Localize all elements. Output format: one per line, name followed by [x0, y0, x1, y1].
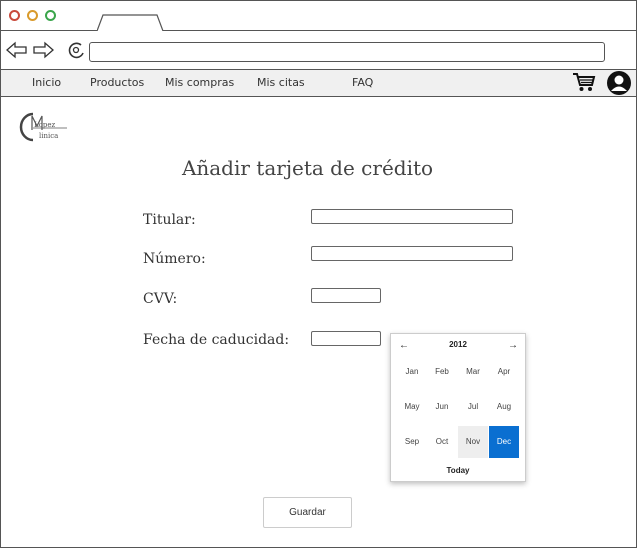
cart-icon[interactable]	[572, 71, 596, 93]
save-button[interactable]: Guardar	[263, 497, 352, 528]
forward-arrow-icon[interactable]	[32, 41, 54, 59]
month-jul[interactable]: Jul	[458, 391, 488, 423]
numero-label: Número:	[143, 251, 206, 267]
title-bar	[1, 1, 636, 31]
numero-input[interactable]	[311, 246, 513, 261]
next-year-arrow-icon[interactable]: →	[508, 340, 518, 351]
month-oct[interactable]: Oct	[427, 426, 457, 458]
maximize-window-icon[interactable]	[45, 10, 56, 21]
address-bar[interactable]	[89, 42, 605, 62]
month-jun[interactable]: Jun	[427, 391, 457, 423]
cvv-input[interactable]	[311, 288, 381, 303]
browser-toolbar	[1, 31, 636, 70]
fecha-caducidad-label: Fecha de caducidad:	[143, 332, 290, 348]
back-arrow-icon[interactable]	[6, 41, 28, 59]
cvv-label: CVV:	[143, 291, 178, 307]
month-dec-selected[interactable]: Dec	[489, 426, 519, 458]
month-picker: ← 2012 → Jan Feb Mar Apr May Jun Jul Aug…	[390, 333, 526, 482]
browser-window: Inicio Productos Mis compras Mis citas F…	[0, 0, 637, 548]
titular-label: Titular:	[143, 212, 196, 228]
clinic-logo: Lopez linica	[19, 112, 67, 142]
menu-item-mis-citas[interactable]: Mis citas	[257, 76, 305, 89]
month-aug[interactable]: Aug	[489, 391, 519, 423]
close-window-icon[interactable]	[9, 10, 20, 21]
minimize-window-icon[interactable]	[27, 10, 38, 21]
month-feb[interactable]: Feb	[427, 356, 457, 388]
menu-item-productos[interactable]: Productos	[90, 76, 144, 89]
picker-year[interactable]: 2012	[391, 340, 525, 349]
month-jan[interactable]: Jan	[397, 356, 427, 388]
svg-text:linica: linica	[39, 132, 58, 140]
main-menu: Inicio Productos Mis compras Mis citas F…	[1, 70, 636, 97]
month-sep[interactable]: Sep	[397, 426, 427, 458]
month-apr[interactable]: Apr	[489, 356, 519, 388]
browser-tab[interactable]	[97, 14, 165, 31]
today-button[interactable]: Today	[391, 466, 525, 475]
month-may[interactable]: May	[397, 391, 427, 423]
reload-icon[interactable]	[67, 41, 89, 59]
month-mar[interactable]: Mar	[458, 356, 488, 388]
titular-input[interactable]	[311, 209, 513, 224]
month-nov[interactable]: Nov	[458, 426, 488, 458]
menu-item-mis-compras[interactable]: Mis compras	[165, 76, 234, 89]
page-title: Añadir tarjeta de crédito	[181, 156, 434, 180]
svg-text:Lopez: Lopez	[34, 121, 55, 129]
menu-item-inicio[interactable]: Inicio	[32, 76, 61, 89]
menu-item-faq[interactable]: FAQ	[352, 76, 373, 89]
fecha-caducidad-input[interactable]	[311, 331, 381, 346]
user-account-icon[interactable]	[606, 70, 632, 96]
